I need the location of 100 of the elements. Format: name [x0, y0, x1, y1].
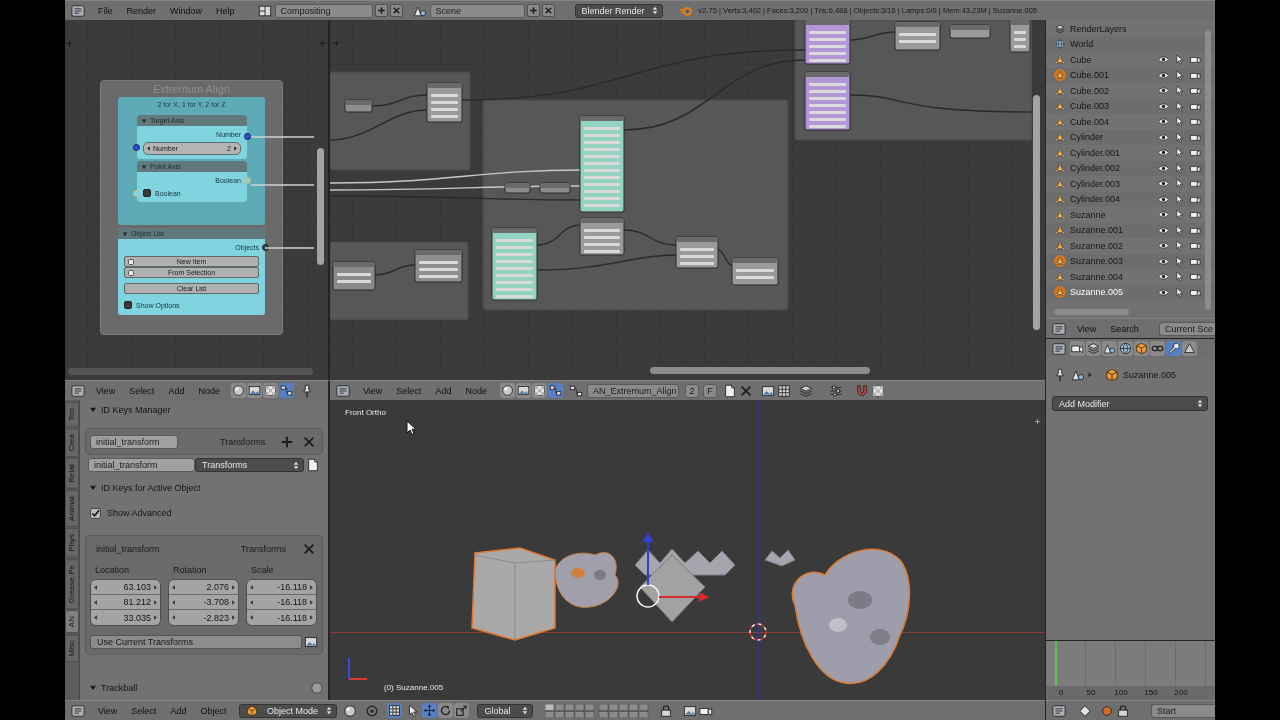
menu-item[interactable]: View [356, 385, 390, 396]
cube-icon[interactable] [1134, 341, 1149, 356]
checkbox[interactable] [124, 301, 132, 309]
eye-icon[interactable] [1158, 147, 1169, 159]
expand-triangle-icon[interactable] [90, 407, 96, 413]
orientation-dropdown[interactable]: Global [477, 703, 534, 718]
pointer-icon[interactable] [1174, 100, 1185, 112]
right-arrow-icon[interactable] [234, 146, 237, 151]
pointer-icon[interactable] [1174, 54, 1185, 66]
checkbox[interactable] [143, 189, 151, 197]
list-icon[interactable] [71, 3, 85, 18]
list-icon[interactable] [1052, 321, 1066, 336]
image-icon[interactable] [683, 703, 698, 718]
number-field[interactable]: 33.035 [91, 610, 160, 625]
left-arrow-icon[interactable] [172, 584, 175, 590]
outliner-item[interactable]: Cylinder.003 [1070, 178, 1121, 189]
eye-icon[interactable] [1158, 240, 1169, 252]
plus-icon[interactable] [526, 4, 540, 17]
close-icon[interactable] [738, 383, 753, 398]
camera-icon[interactable] [1190, 147, 1201, 159]
plus-icon[interactable] [1034, 418, 1041, 425]
checker-icon[interactable] [870, 383, 885, 398]
right-arrow-icon[interactable] [310, 615, 313, 620]
pointer-icon[interactable] [1174, 147, 1185, 159]
scrollbar[interactable] [1054, 309, 1129, 315]
move-arrows-icon[interactable] [422, 703, 438, 718]
number-field[interactable]: 81.212 [91, 595, 160, 610]
menu-item[interactable]: Select [122, 385, 162, 396]
expand-triangle-icon[interactable] [90, 685, 96, 691]
number-field[interactable]: -2.823 [169, 610, 238, 625]
scrollbar[interactable] [317, 148, 324, 265]
menu-item[interactable]: View [1070, 323, 1104, 334]
sphere-icon[interactable] [230, 383, 246, 398]
circle-icon[interactable] [310, 681, 324, 695]
left-arrow-icon[interactable] [172, 599, 175, 605]
render-engine-dropdown[interactable]: Blender Render [574, 3, 663, 18]
menu-item[interactable]: Add [161, 385, 192, 396]
menu-item[interactable]: Add [428, 385, 459, 396]
plus-icon[interactable] [374, 4, 388, 17]
list-icon[interactable] [1052, 703, 1066, 718]
nodes-icon[interactable] [568, 383, 583, 398]
screen-layout-field[interactable]: Compositing [274, 3, 373, 18]
eye-icon[interactable] [1158, 54, 1169, 66]
number-field[interactable]: -16.118 [247, 610, 316, 625]
pointer-icon[interactable] [1174, 69, 1185, 81]
magnet-icon[interactable] [854, 383, 869, 398]
new-key-name-field[interactable]: initial_transform [88, 458, 195, 472]
socket-icon[interactable] [133, 144, 140, 151]
sliders-icon[interactable] [828, 383, 843, 398]
layer-grid-icon[interactable] [545, 703, 650, 718]
left-arrow-icon[interactable] [94, 615, 97, 620]
menu-item[interactable]: Render [119, 5, 164, 16]
key-name-field[interactable]: initial_transform [90, 434, 178, 449]
page-icon[interactable] [306, 458, 320, 472]
eye-icon[interactable] [1158, 162, 1169, 174]
socket-icon[interactable] [244, 133, 251, 140]
tool-shelf-tab[interactable]: Crea [65, 427, 79, 458]
tool-shelf-tab[interactable]: AN [65, 609, 79, 633]
camera-icon[interactable] [1190, 240, 1201, 252]
pointer-icon[interactable] [1174, 193, 1185, 205]
outliner-item[interactable]: Cube.003 [1070, 101, 1110, 112]
pointer-icon[interactable] [1174, 178, 1185, 190]
collapse-triangle-icon[interactable] [122, 230, 128, 237]
collapse-triangle-icon[interactable] [141, 117, 147, 124]
outliner-item[interactable]: Cylinder [1070, 132, 1103, 143]
list-icon[interactable] [71, 703, 85, 718]
pin-icon[interactable] [1053, 367, 1067, 382]
list-icon[interactable] [1052, 341, 1066, 356]
outliner-item[interactable]: Suzanne.002 [1070, 240, 1124, 251]
scale-icon[interactable] [454, 703, 470, 718]
pointer-icon[interactable] [1174, 162, 1185, 174]
outliner-item[interactable]: Cylinder.001 [1070, 147, 1121, 158]
apply-button[interactable]: Use Current Transforms [90, 635, 302, 649]
node-tree-field[interactable]: AN_Extremum_Align [586, 383, 679, 398]
eye-icon[interactable] [1158, 178, 1169, 190]
close-icon[interactable] [389, 4, 403, 17]
outliner-item[interactable]: RenderLayers [1070, 23, 1127, 34]
number-field[interactable]: -3.708 [169, 595, 238, 610]
outliner-item[interactable]: World [1070, 39, 1094, 50]
nodes-icon[interactable] [278, 383, 294, 398]
outliner-item[interactable]: Cube.001 [1070, 70, 1110, 81]
right-arrow-icon[interactable] [310, 584, 313, 590]
scrollbar[interactable] [650, 367, 870, 374]
list-icon[interactable] [336, 383, 350, 398]
tool-shelf-tab[interactable]: Grease Pe [65, 558, 79, 609]
menu-item[interactable]: Select [124, 705, 164, 716]
checker-icon[interactable] [262, 383, 278, 398]
eye-icon[interactable] [1158, 85, 1169, 97]
left-arrow-icon[interactable] [250, 615, 253, 620]
close-icon[interactable] [302, 434, 316, 449]
checkbox[interactable] [90, 507, 101, 519]
right-arrow-icon[interactable] [154, 615, 157, 620]
checker-icon[interactable] [531, 383, 547, 398]
tool-shelf-tab[interactable]: Phys [65, 527, 79, 558]
eye-icon[interactable] [1158, 286, 1169, 298]
sphere-icon[interactable] [343, 703, 358, 718]
camera-icon[interactable] [1190, 54, 1201, 66]
menu-item[interactable]: Node [191, 385, 227, 396]
dot-circle-icon[interactable] [365, 703, 380, 718]
lock-icon[interactable] [659, 703, 674, 718]
